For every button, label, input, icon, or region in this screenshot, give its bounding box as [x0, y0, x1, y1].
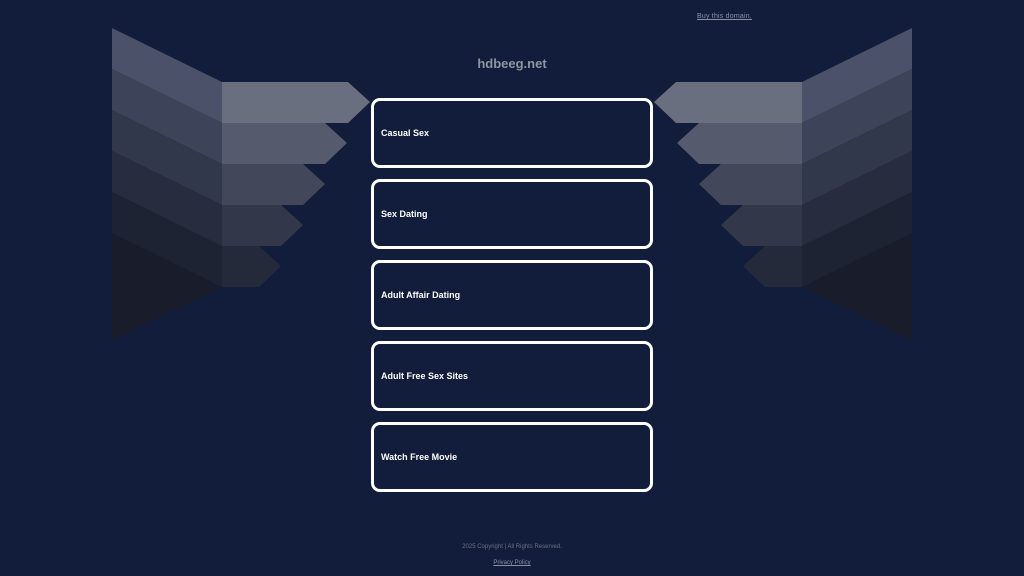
left-wing-graphic: [112, 28, 370, 340]
link-label: Sex Dating: [381, 209, 428, 219]
privacy-policy-link[interactable]: Privacy Policy: [0, 560, 1024, 566]
site-title: hdbeeg.net: [477, 56, 547, 71]
link-label: Adult Free Sex Sites: [381, 371, 469, 381]
link-label: Casual Sex: [381, 128, 430, 138]
link-label: Watch Free Movie: [381, 452, 458, 462]
copyright-text: 2025 Copyright | All Rights Reserved.: [462, 544, 562, 550]
link-sex-dating[interactable]: Sex Dating: [371, 179, 653, 249]
link-label: Adult Affair Dating: [381, 290, 461, 300]
buy-domain-link[interactable]: Buy this domain.: [697, 13, 752, 20]
link-list: Casual Sex Sex Dating Adult Affair Datin…: [371, 98, 653, 503]
link-adult-free-sex-sites[interactable]: Adult Free Sex Sites: [371, 341, 653, 411]
right-wing-graphic: [654, 28, 912, 340]
link-adult-affair-dating[interactable]: Adult Affair Dating: [371, 260, 653, 330]
link-watch-free-movie[interactable]: Watch Free Movie: [371, 422, 653, 492]
link-casual-sex[interactable]: Casual Sex: [371, 98, 653, 168]
